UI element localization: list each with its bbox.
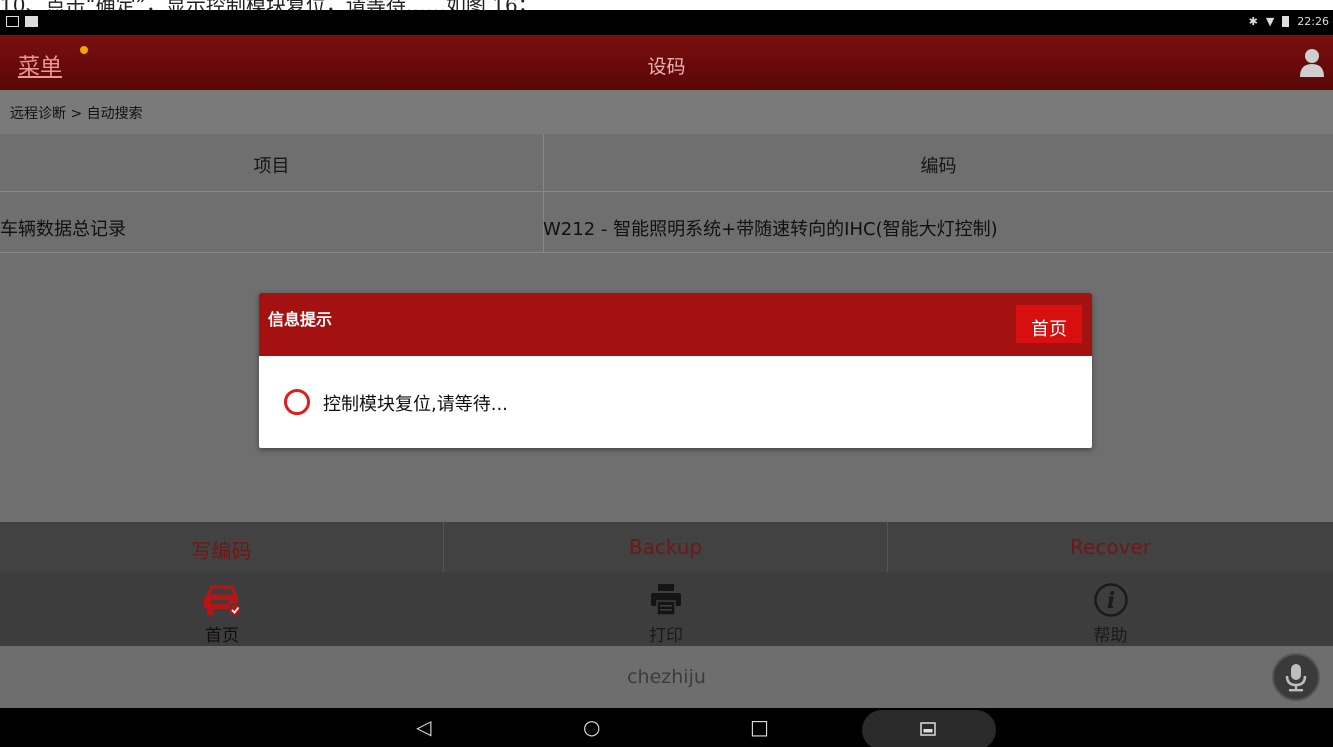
microphone-icon [1285, 664, 1307, 692]
nav-print-label: 打印 [649, 626, 683, 646]
column-header-item: 项目 [253, 156, 290, 177]
loading-spinner-icon [284, 389, 310, 415]
nav-print[interactable]: 打印 [444, 572, 888, 646]
cell-item: 车辆数据总记录 [0, 219, 126, 240]
wifi-icon: ▼ [1265, 15, 1275, 28]
microphone-button[interactable] [1272, 653, 1320, 701]
voice-bar: chezhiju [0, 646, 1333, 708]
article-caption: 10、点击“确定”，显示控制模块复位，请等待……如图 16； [0, 0, 1333, 10]
dialog-message: 控制模块复位,请等待... [323, 394, 508, 415]
nav-home-label: 首页 [205, 626, 239, 646]
voice-input-text[interactable]: chezhiju [0, 666, 1333, 688]
breadcrumb: 远程诊断 > 自动搜索 [0, 90, 1333, 134]
dialog-body: 控制模块复位,请等待... [259, 356, 1092, 448]
dialog-header: 信息提示 首页 [259, 293, 1092, 356]
printer-icon [651, 584, 681, 616]
user-icon[interactable] [1299, 47, 1325, 77]
screenshot-pill[interactable] [862, 710, 996, 747]
screenshot-icon [6, 16, 19, 27]
nav-home[interactable]: 首页 [0, 572, 444, 646]
dialog-title: 信息提示 [268, 310, 333, 329]
bottom-nav: 首页 打印 i 帮助 [0, 572, 1333, 646]
nav-help-label: 帮助 [1093, 626, 1128, 646]
page-title: 设码 [647, 56, 686, 78]
car-icon [204, 585, 242, 617]
write-code-button[interactable]: 写编码 [0, 522, 443, 572]
table-row[interactable]: 车辆数据总记录 W212 - 智能照明系统+带随速转向的IHC(智能大灯控制) [0, 193, 1333, 253]
status-bar: ✱ ▼ 22:26 [0, 10, 1333, 35]
gallery-icon [920, 722, 936, 736]
info-icon: i [1093, 583, 1128, 617]
notification-icon [25, 16, 38, 27]
caption-text: 10、点击“确定”，显示控制模块复位，请等待……如图 16； [0, 0, 538, 10]
column-header-code: 编码 [920, 156, 957, 177]
dialog-home-button[interactable]: 首页 [1016, 305, 1082, 343]
action-bar: 写编码 Backup Recover [0, 522, 1333, 572]
recents-icon[interactable]: □ [750, 716, 769, 738]
nav-help[interactable]: i 帮助 [888, 572, 1333, 646]
info-dialog: 信息提示 首页 控制模块复位,请等待... [259, 293, 1092, 448]
system-nav-bar: ◁ ○ □ [0, 708, 1333, 747]
svg-text:i: i [1106, 588, 1114, 614]
home-circle-icon[interactable]: ○ [583, 716, 600, 738]
table-header-row: 项目 编码 [0, 134, 1333, 192]
recover-button[interactable]: Recover [888, 522, 1333, 572]
battery-icon [1282, 16, 1290, 27]
back-icon[interactable]: ◁ [416, 716, 431, 738]
cell-code: W212 - 智能照明系统+带随速转向的IHC(智能大灯控制) [543, 219, 998, 240]
title-bar: 菜单 设码 [0, 35, 1333, 90]
clock: 22:26 [1297, 15, 1329, 28]
bluetooth-icon: ✱ [1248, 15, 1258, 28]
backup-button[interactable]: Backup [444, 522, 887, 572]
